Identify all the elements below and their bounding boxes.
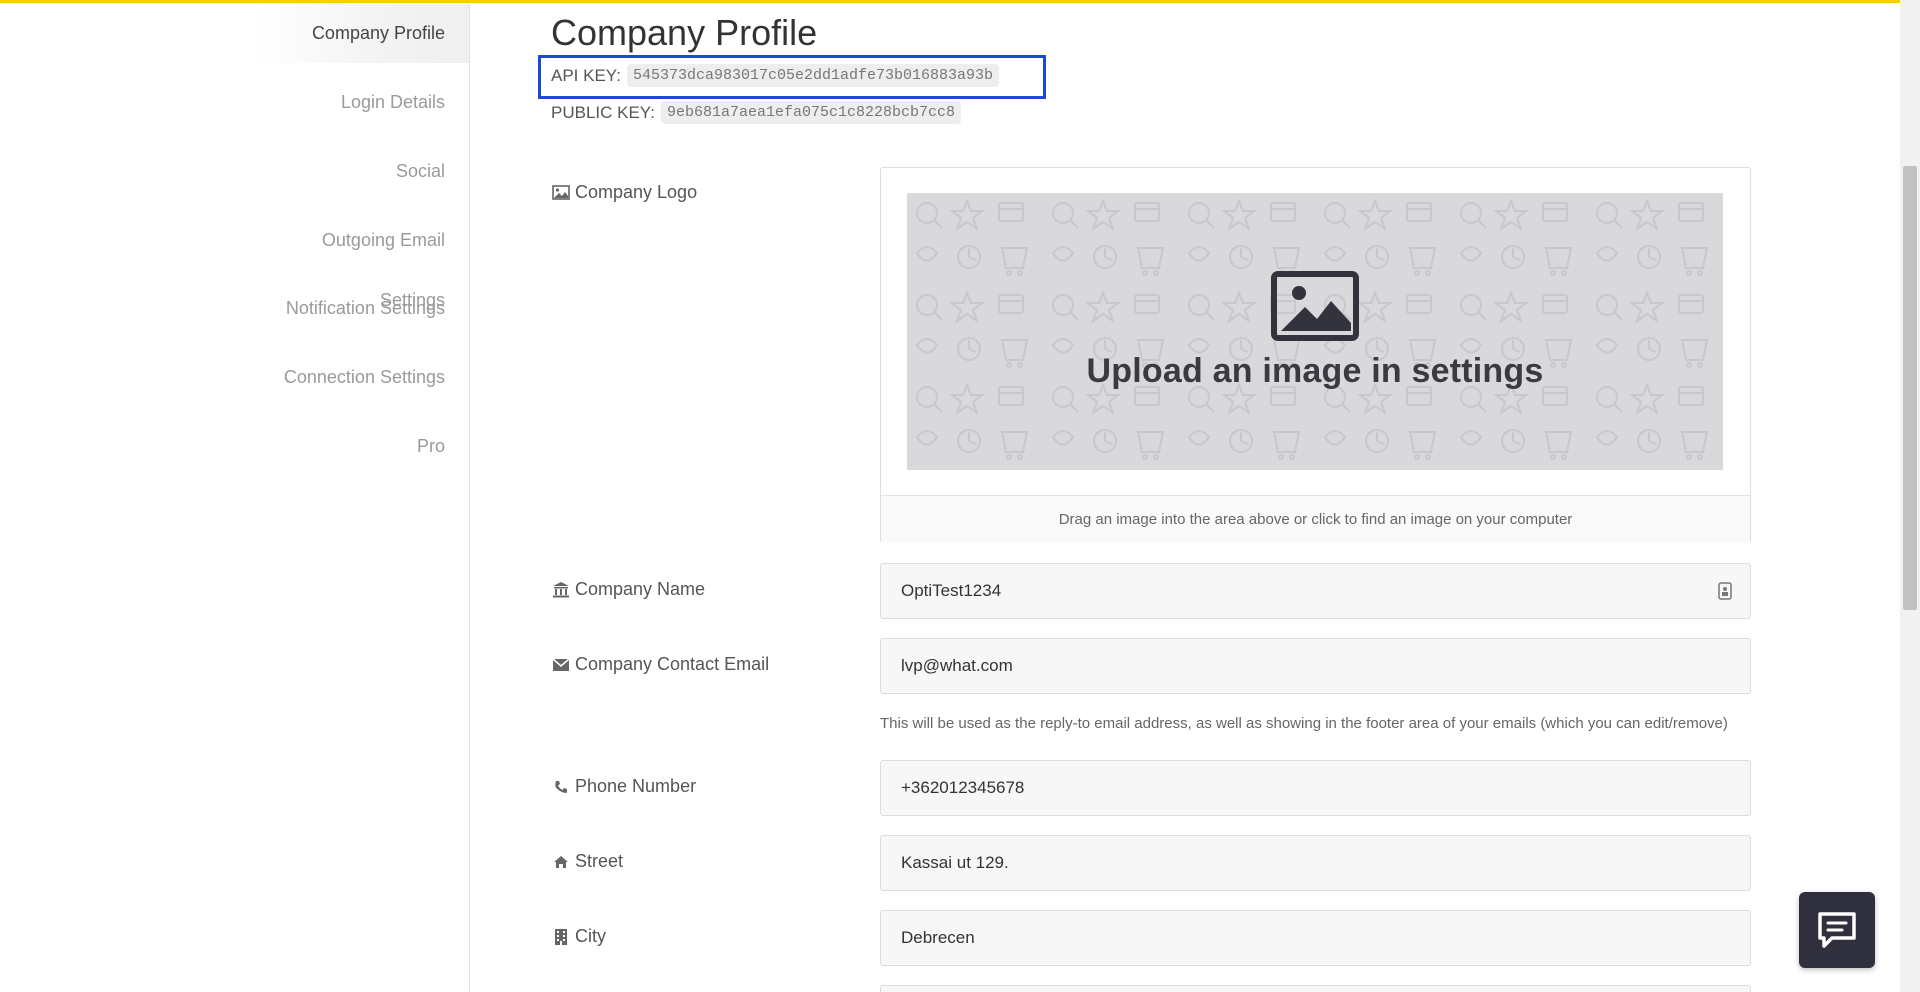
city-input[interactable]: Debrecen <box>880 910 1751 966</box>
company-name-label: Company Name <box>551 579 705 600</box>
public-key-value[interactable]: 9eb681a7aea1efa075c1c8228bcb7cc8 <box>660 101 961 124</box>
company-name-input[interactable]: OptiTest1234 <box>880 563 1751 619</box>
next-field-input[interactable] <box>880 985 1751 992</box>
public-key-row: PUBLIC KEY: 9eb681a7aea1efa075c1c8228bcb… <box>551 101 961 124</box>
sidebar-item-notification-settings[interactable]: Notification Settings <box>255 278 469 338</box>
sidebar-item-company-profile[interactable]: Company Profile <box>255 3 469 63</box>
sidebar-item-connection-settings[interactable]: Connection Settings <box>255 347 469 407</box>
public-key-label: PUBLIC KEY: <box>551 102 655 122</box>
chat-icon <box>1818 912 1856 948</box>
phone-icon <box>551 778 571 796</box>
city-label: City <box>551 926 606 947</box>
street-label: Street <box>551 851 623 872</box>
logo-upload-box: Upload an image in settings Drag an imag… <box>880 167 1751 543</box>
api-key-row: API KEY: 545373dca983017c05e2dd1adfe73b0… <box>551 64 999 87</box>
sidebar-item-outgoing-email-settings[interactable]: Outgoing Email Settings <box>255 210 469 310</box>
home-icon <box>551 853 571 871</box>
contact-card-icon[interactable] <box>1718 582 1732 605</box>
api-key-label: API KEY: <box>551 65 621 85</box>
sidebar-item-social[interactable]: Social <box>255 141 469 201</box>
contact-email-label: Company Contact Email <box>551 654 769 675</box>
bank-icon <box>551 581 571 599</box>
picture-icon <box>1271 271 1359 341</box>
logo-upload-hint[interactable]: Drag an image into the area above or cli… <box>881 495 1750 543</box>
page-scrollbar-thumb[interactable] <box>1903 166 1917 610</box>
page-title: Company Profile <box>551 12 818 53</box>
envelope-icon <box>551 656 571 674</box>
street-input[interactable]: Kassai ut 129. <box>880 835 1751 891</box>
image-icon <box>551 184 571 202</box>
contact-email-input[interactable]: lvp@what.com <box>880 638 1751 694</box>
building-icon <box>551 928 571 946</box>
contact-email-help: This will be used as the reply-to email … <box>880 715 1728 732</box>
phone-number-input[interactable]: +362012345678 <box>880 760 1751 816</box>
logo-dropzone[interactable]: Upload an image in settings <box>907 193 1723 470</box>
phone-number-label: Phone Number <box>551 776 696 797</box>
company-logo-label: Company Logo <box>551 182 697 203</box>
chat-launcher-button[interactable] <box>1799 892 1875 968</box>
sidebar-item-login-details[interactable]: Login Details <box>255 72 469 132</box>
sidebar-item-pro[interactable]: Pro <box>255 416 469 476</box>
settings-sidebar: Company Profile Login Details Social Out… <box>0 3 470 992</box>
api-key-value[interactable]: 545373dca983017c05e2dd1adfe73b016883a93b <box>626 64 999 87</box>
company-profile-panel: Company Profile API KEY: 545373dca983017… <box>538 0 1751 992</box>
upload-prompt: Upload an image in settings <box>1086 352 1544 390</box>
